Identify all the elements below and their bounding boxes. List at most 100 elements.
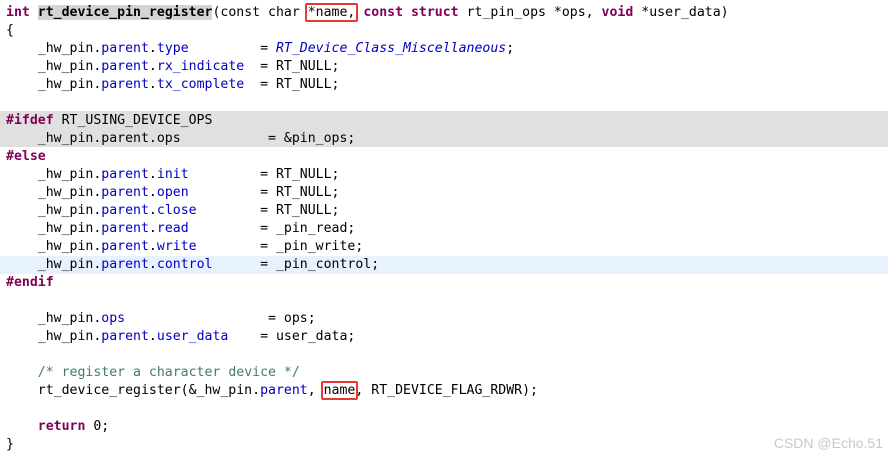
code-line-12: _hw_pin.parent.close = RT_NULL; (0, 202, 888, 220)
code-token: (const char (212, 5, 308, 20)
code-line-14: _hw_pin.parent.write = _pin_write; (0, 238, 888, 256)
field-token: parent (101, 185, 149, 200)
code-token: . (148, 329, 157, 344)
keyword-token: void (601, 5, 634, 20)
code-line-19: _hw_pin.parent.user_data = user_data; (0, 328, 888, 346)
code-token: = _pin_write; (196, 239, 364, 254)
code-line-2: { (0, 22, 888, 40)
watermark: CSDN @Echo.51 (773, 435, 883, 451)
field-token: open (156, 185, 189, 200)
code-token: ; (506, 41, 515, 56)
field-token: parent (101, 203, 149, 218)
code-token: = RT_NULL; (244, 59, 340, 74)
code-token: _hw_pin. (6, 257, 102, 272)
code-line-22: rt_device_register(&_hw_pin.parent, name… (0, 382, 888, 400)
keyword-token: struct (410, 5, 459, 20)
code-token: = user_data; (228, 329, 356, 344)
code-token: . (148, 167, 157, 182)
code-token: *user_data) (633, 5, 729, 20)
code-token: _hw_pin. (6, 203, 102, 218)
code-line-21: /* register a character device */ (0, 364, 888, 382)
code-token: _hw_pin. (6, 77, 102, 92)
code-line-25: } (0, 436, 888, 454)
code-token: = (188, 41, 276, 56)
field-token: parent (101, 77, 149, 92)
code-token: . (148, 41, 157, 56)
comment-token: /* register a character device */ (37, 365, 300, 380)
code-editor[interactable]: int rt_device_pin_register(const char *n… (0, 0, 888, 457)
code-token: = RT_NULL; (188, 167, 340, 182)
field-token: read (156, 221, 189, 236)
field-token: parent (101, 41, 149, 56)
code-token: = _pin_control; (212, 257, 380, 272)
code-token: _hw_pin. (6, 239, 102, 254)
code-line-1: int rt_device_pin_register(const char *n… (0, 4, 888, 22)
code-line-13: _hw_pin.parent.read = _pin_read; (0, 220, 888, 238)
function-name-token: rt_device_pin_register (37, 5, 213, 20)
enum-constant-token: RT_Device_Class_Miscellaneous (275, 41, 507, 56)
code-token: } (6, 437, 14, 452)
code-token: = ops; (125, 311, 316, 326)
field-token: parent (101, 329, 149, 344)
code-token: = RT_NULL; (188, 185, 340, 200)
code-token: _hw_pin. (6, 167, 102, 182)
code-token: RT_USING_DEVICE_OPS (53, 113, 213, 128)
preprocessor-token: #endif (6, 275, 54, 290)
preprocessor-token: #else (6, 149, 46, 164)
field-token: parent (101, 257, 149, 272)
code-line-3: _hw_pin.parent.type = RT_Device_Class_Mi… (0, 40, 888, 58)
field-token: user_data (156, 329, 229, 344)
keyword-token: const (363, 5, 404, 20)
field-token: tx_complete (156, 77, 245, 92)
code-token: _hw_pin. (6, 329, 102, 344)
field-token: parent (260, 383, 308, 398)
field-token: close (156, 203, 197, 218)
keyword-token: return (37, 419, 86, 434)
code-line-5: _hw_pin.parent.tx_complete = RT_NULL; (0, 76, 888, 94)
field-token: ops (101, 311, 126, 326)
code-token: . (148, 239, 157, 254)
code-line-7: #ifdef RT_USING_DEVICE_OPS (0, 112, 888, 130)
code-token: _hw_pin. (6, 185, 102, 200)
code-token: _hw_pin. (6, 59, 102, 74)
preprocessor-token: #ifdef (6, 113, 54, 128)
code-token: . (148, 221, 157, 236)
code-token: . (148, 59, 157, 74)
code-token: . (148, 203, 157, 218)
code-token: rt_pin_ops *ops, (458, 5, 602, 20)
code-line-24: return 0; (0, 418, 888, 436)
code-line-4: _hw_pin.parent.rx_indicate = RT_NULL; (0, 58, 888, 76)
code-token: = RT_NULL; (196, 203, 340, 218)
code-line-10: _hw_pin.parent.init = RT_NULL; (0, 166, 888, 184)
code-token: . (148, 257, 157, 272)
code-line-16: #endif (0, 274, 888, 292)
code-line-15: _hw_pin.parent.control = _pin_control; (0, 256, 888, 274)
code-token: = _pin_read; (188, 221, 356, 236)
field-token: rx_indicate (156, 59, 245, 74)
code-token: { (6, 23, 14, 38)
field-token: parent (101, 59, 149, 74)
field-token: parent (101, 167, 149, 182)
code-token: 0; (85, 419, 110, 434)
code-token: , RT_DEVICE_FLAG_RDWR); (355, 383, 538, 398)
red-annotation-box (320, 381, 359, 400)
code-token: _hw_pin.parent.ops = &pin_ops; (6, 131, 356, 146)
field-token: control (156, 257, 213, 272)
field-token: write (156, 239, 197, 254)
field-token: parent (101, 221, 149, 236)
keyword-token: int (6, 5, 30, 20)
code-token: . (148, 185, 157, 200)
field-token: init (156, 167, 189, 182)
code-token: _hw_pin. (6, 221, 102, 236)
code-token: _hw_pin. (6, 311, 102, 326)
code-line-11: _hw_pin.parent.open = RT_NULL; (0, 184, 888, 202)
field-token: type (156, 41, 189, 56)
code-token: = RT_NULL; (244, 77, 340, 92)
